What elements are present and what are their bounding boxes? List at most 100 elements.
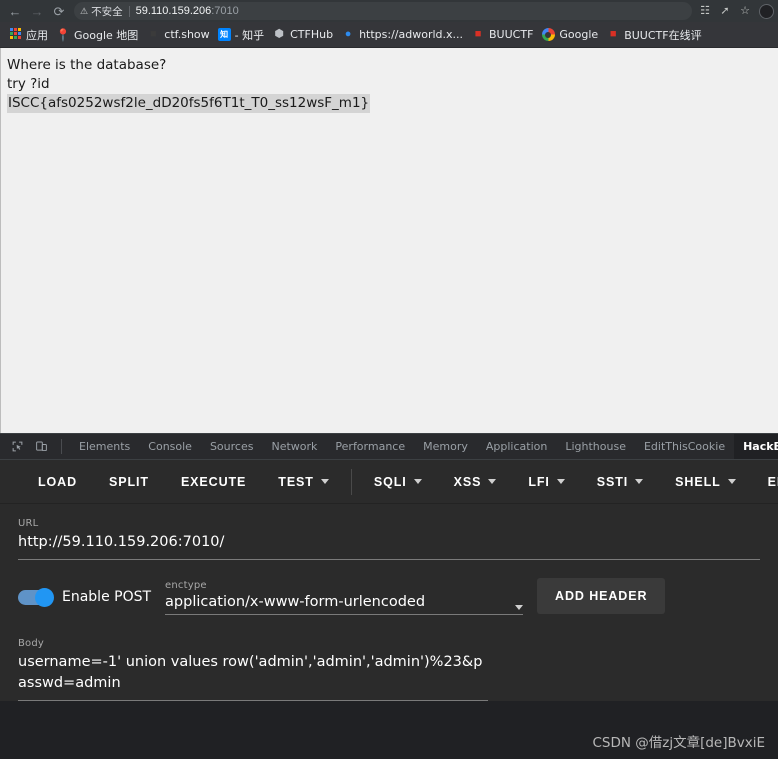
chevron-down-icon [488,479,497,484]
devtools-divider [61,439,62,454]
execute-label: EXECUTE [180,474,247,489]
bookmark-ctfshow[interactable]: ■ ctf.show [144,24,215,46]
enctype-label: enctype [165,579,207,591]
address-bar[interactable]: ⚠ 不安全 59.110.159.206 :7010 [74,2,692,20]
tab-lighthouse[interactable]: Lighthouse [556,434,635,459]
back-arrow-icon[interactable]: ← [4,1,26,21]
device-toolbar-icon[interactable] [29,436,53,458]
toolbar-divider [350,468,352,495]
devtools-panel: Elements Console Sources Network Perform… [0,433,778,701]
bookmark-adworld[interactable]: ● https://adworld.x... [339,24,469,46]
buuctf-icon: ■ [474,28,482,40]
bookmark-star-icon[interactable]: ☆ [736,2,754,20]
bookmark-ctfhub[interactable]: ⬢ CTFHub [270,24,339,46]
bookmark-label: - 知乎 [234,28,265,42]
tab-hackbar[interactable]: HackBar [734,434,778,459]
bookmark-label: ctf.show [164,28,210,41]
page-text-line-2: try ?id [7,76,50,92]
apps-grid-icon [8,27,22,42]
bookmark-label: BUUCTF [489,28,534,41]
reload-icon[interactable]: ⟳ [48,1,70,21]
lfi-dropdown[interactable]: LFI [512,466,580,498]
page-text-line-1: Where is the database? [7,57,167,73]
execute-button[interactable]: EXECUTE [165,466,262,498]
enable-post-toggle[interactable]: Enable POST [18,587,152,607]
body-field-group: Body username=-1' union values row('admi… [18,638,760,701]
toolbar-actions: ☷ ➚ ☆ [696,2,774,20]
bookmark-buuctf[interactable]: ■ BUUCTF [469,24,539,46]
url-input[interactable]: http://59.110.159.206:7010/ [18,532,760,553]
bookmark-label: Google 地图 [74,28,139,42]
bookmarks-bar: 应用 📍 Google 地图 ■ ctf.show 知 - 知乎 ⬢ CTFHu… [0,22,778,48]
xss-label: XSS [453,474,482,489]
enable-post-label: Enable POST [62,588,152,605]
load-label: LOAD [38,474,78,489]
csdn-watermark: CSDN @借zj文章[de]BvxiE [592,735,765,751]
split-label: SPLIT [109,474,149,489]
google-maps-pin-icon: 📍 [55,27,71,42]
chevron-down-icon [515,604,524,610]
encoding-dropdown[interactable]: ENCO [752,466,778,498]
sqli-dropdown[interactable]: SQLI [358,466,438,498]
tab-application[interactable]: Application [477,434,556,459]
forward-arrow-icon[interactable]: → [26,1,48,21]
body-field-label: Body [18,638,45,649]
body-input-underline [18,700,488,701]
bookmark-apps[interactable]: 应用 [6,24,54,46]
ssti-label: SSTI [596,474,629,489]
encoding-label: ENCO [767,474,778,489]
warning-triangle-icon: ⚠ [80,5,89,16]
bookmark-label: BUUCTF在线评 [624,28,702,42]
security-status-text: 不安全 [91,5,123,18]
enctype-field-group: enctype application/x-www-form-urlencode… [165,579,524,615]
omnibox-divider [128,5,130,17]
profile-avatar[interactable] [759,3,774,19]
post-settings-row: Enable POST enctype application/x-www-fo… [18,578,760,616]
load-button[interactable]: LOAD [22,466,93,498]
toggle-knob [35,587,54,607]
enctype-value: application/x-www-form-urlencoded [165,593,426,610]
bookmark-google-maps[interactable]: 📍 Google 地图 [54,24,144,46]
tab-editthiscookie[interactable]: EditThisCookie [635,434,734,459]
zhihu-icon: 知 [217,28,231,41]
xss-dropdown[interactable]: XSS [438,466,513,498]
body-input[interactable]: username=-1' union values row('admin','a… [18,652,488,694]
test-label: TEST [278,474,314,489]
bookmark-zhihu[interactable]: 知 - 知乎 [216,24,270,46]
tab-sources[interactable]: Sources [201,434,263,459]
shell-dropdown[interactable]: SHELL [659,466,751,498]
tab-console[interactable]: Console [139,434,201,459]
inspect-element-icon[interactable] [5,436,29,458]
ctfhub-hexagon-icon: ⬢ [274,28,284,40]
bookmark-label: https://adworld.x... [359,28,464,41]
bookmark-label: 应用 [26,28,48,42]
share-icon[interactable]: ➚ [716,2,734,20]
add-header-button[interactable]: ADD HEADER [537,578,666,614]
bookmark-buuctf-online[interactable]: ■ BUUCTF在线评 [604,24,707,46]
chevron-down-icon [413,479,422,484]
tab-performance[interactable]: Performance [326,434,414,459]
ctfshow-icon: ■ [149,28,157,40]
bookmark-google[interactable]: Google [539,24,604,46]
shell-label: SHELL [675,474,721,489]
bookmark-label: CTFHub [290,28,334,41]
split-button[interactable]: SPLIT [93,466,165,498]
enctype-select[interactable]: application/x-www-form-urlencoded [165,593,524,615]
sqli-label: SQLI [373,474,407,489]
translate-icon[interactable]: ☷ [696,2,714,20]
lfi-label: LFI [528,474,550,489]
hackbar-toolbar: LOAD SPLIT EXECUTE TEST SQLI XSS LFI SST… [0,460,778,504]
chevron-down-icon [556,479,565,484]
chevron-down-icon [727,479,736,484]
toggle-switch[interactable] [18,587,54,607]
tab-elements[interactable]: Elements [70,434,139,459]
tab-network[interactable]: Network [262,434,326,459]
buuctf-icon: ■ [609,28,617,40]
flag-text-selected: ISCC{afs0252wsf2le_dD20fs5f6T1t_T0_ss12w… [7,94,371,113]
url-host-text: 59.110.159.206 [135,5,212,17]
ssti-dropdown[interactable]: SSTI [581,466,659,498]
browser-toolbar: ← → ⟳ ⚠ 不安全 59.110.159.206 :7010 ☷ ➚ ☆ [0,0,778,22]
test-dropdown[interactable]: TEST [262,466,345,498]
tab-memory[interactable]: Memory [414,434,477,459]
url-port-text: :7010 [211,5,239,17]
